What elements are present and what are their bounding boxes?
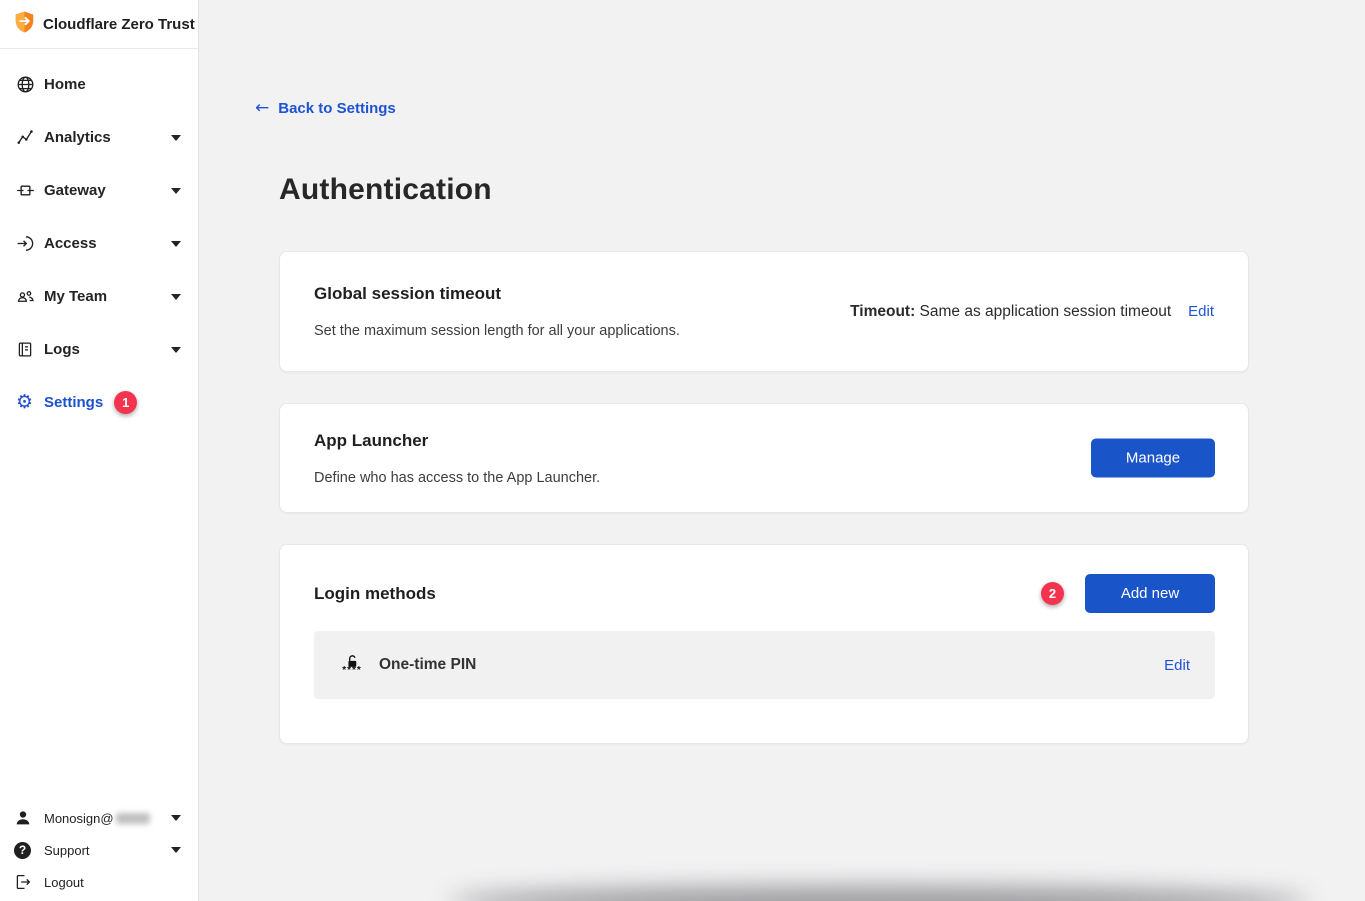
login-method-row: **** One-time PIN Edit xyxy=(314,631,1215,699)
sidebar-nav: Home Analytics xyxy=(0,49,198,429)
account-menu[interactable]: Monosign@ xyxy=(0,802,198,834)
back-link-label: Back to Settings xyxy=(278,100,396,117)
chevron-down-icon xyxy=(171,188,181,194)
annotation-badge-2: 2 xyxy=(1041,582,1064,605)
logs-icon xyxy=(16,340,38,359)
bottom-edge-shadow xyxy=(449,887,1309,901)
chevron-down-icon xyxy=(171,294,181,300)
chevron-down-icon xyxy=(171,135,181,141)
sidebar-item-label: Logs xyxy=(44,341,80,358)
annotation-badge-1: 1 xyxy=(114,391,137,414)
otp-stars: **** xyxy=(342,667,362,675)
timeout-meta: Timeout: Same as application session tim… xyxy=(850,303,1214,321)
logout-button[interactable]: Logout xyxy=(0,866,198,898)
sidebar-item-gateway[interactable]: Gateway xyxy=(0,164,198,217)
support-menu[interactable]: Support xyxy=(0,834,198,866)
back-arrow-icon: ← xyxy=(255,101,269,116)
card-title: App Launcher xyxy=(314,431,1214,451)
edit-timeout-link[interactable]: Edit xyxy=(1188,303,1214,320)
user-icon xyxy=(14,809,34,827)
logout-icon xyxy=(14,873,34,891)
account-label: Monosign@ xyxy=(44,811,114,826)
timeout-value-text: Timeout: Same as application session tim… xyxy=(850,303,1171,321)
analytics-icon xyxy=(16,128,38,147)
globe-icon xyxy=(16,75,38,94)
app-launcher-card: App Launcher Define who has access to th… xyxy=(279,403,1249,513)
sidebar-item-label: Settings xyxy=(44,394,103,411)
sidebar-item-label: My Team xyxy=(44,288,107,305)
card-title: Global session timeout xyxy=(314,284,1214,304)
sidebar-item-label: Home xyxy=(44,76,86,93)
card-description: Define who has access to the App Launche… xyxy=(314,470,1214,486)
login-method-name: One-time PIN xyxy=(379,656,476,674)
otp-lock-icon: **** xyxy=(340,655,364,675)
access-icon xyxy=(16,234,38,253)
chevron-down-icon xyxy=(171,347,181,353)
edit-login-method-link[interactable]: Edit xyxy=(1164,657,1190,674)
card-description: Set the maximum session length for all y… xyxy=(314,323,1214,339)
sidebar-footer: Monosign@ Support Logout xyxy=(0,802,198,898)
logo-row: Cloudflare Zero Trust xyxy=(0,0,198,49)
sidebar-item-my-team[interactable]: My Team xyxy=(0,270,198,323)
gateway-icon xyxy=(16,181,38,200)
sidebar-item-logs[interactable]: Logs xyxy=(0,323,198,376)
app-title: Cloudflare Zero Trust xyxy=(43,16,195,33)
sidebar-item-label: Analytics xyxy=(44,129,111,146)
sidebar-item-label: Access xyxy=(44,235,97,252)
global-session-timeout-card: Global session timeout Set the maximum s… xyxy=(279,251,1249,372)
team-icon xyxy=(16,287,38,306)
main-content: ← Back to Settings Authentication Global… xyxy=(199,0,1365,901)
back-to-settings-link[interactable]: ← Back to Settings xyxy=(255,100,396,117)
gear-icon: ⚙ xyxy=(16,393,38,412)
add-new-button[interactable]: Add new xyxy=(1085,574,1215,613)
chevron-down-icon xyxy=(171,815,181,821)
page-title: Authentication xyxy=(279,173,1365,207)
timeout-label: Timeout: xyxy=(850,303,915,320)
help-icon xyxy=(14,842,34,859)
logout-label: Logout xyxy=(44,875,84,890)
sidebar-item-analytics[interactable]: Analytics xyxy=(0,111,198,164)
cloudflare-shield-icon xyxy=(14,10,35,39)
app-window: Cloudflare Zero Trust Home xyxy=(0,0,1365,901)
sidebar: Cloudflare Zero Trust Home xyxy=(0,0,199,901)
chevron-down-icon xyxy=(171,241,181,247)
timeout-value: Same as application session timeout xyxy=(920,303,1172,320)
sidebar-item-access[interactable]: Access xyxy=(0,217,198,270)
sidebar-item-home[interactable]: Home xyxy=(0,58,198,111)
card-title: Login methods xyxy=(314,584,436,604)
support-label: Support xyxy=(44,843,90,858)
chevron-down-icon xyxy=(171,847,181,853)
manage-button[interactable]: Manage xyxy=(1091,439,1215,478)
redacted-text xyxy=(116,813,150,824)
login-methods-card: Login methods 2 Add new **** xyxy=(279,544,1249,744)
sidebar-item-label: Gateway xyxy=(44,182,106,199)
sidebar-item-settings[interactable]: ⚙ Settings 1 xyxy=(0,376,198,429)
